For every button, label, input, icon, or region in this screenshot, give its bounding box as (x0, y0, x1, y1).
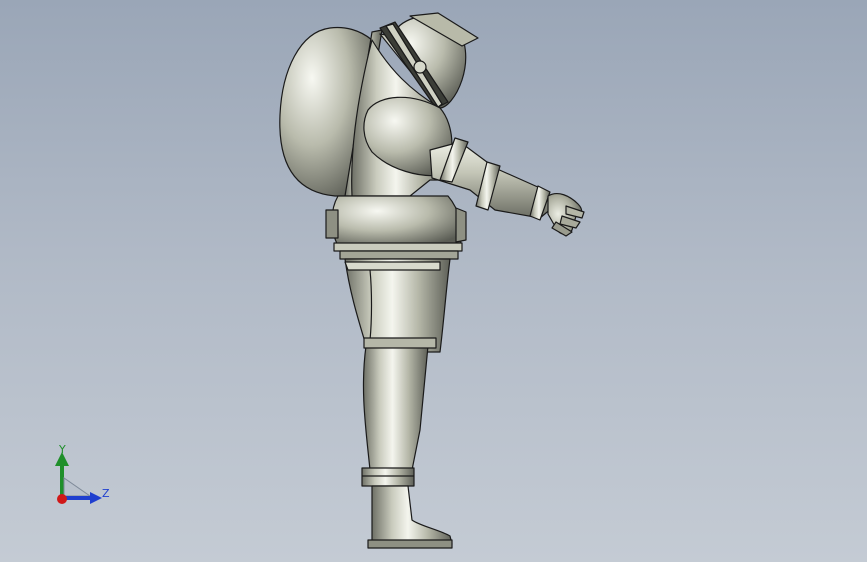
hip-assembly (325, 195, 467, 260)
coordinate-triad: Y Z (40, 438, 130, 518)
z-axis-arrow-icon (90, 492, 102, 504)
x-axis-origin-icon (57, 494, 67, 504)
spacesuit-model[interactable] (0, 0, 867, 562)
glove (547, 192, 585, 237)
triad-plane-icon (63, 477, 92, 497)
ankle-cuff (361, 467, 415, 487)
boot (367, 485, 453, 549)
axis-y-label: Y (59, 443, 66, 456)
graphics-viewport[interactable]: Y Z (0, 0, 867, 562)
triad-axes (55, 452, 102, 504)
lower-leg (362, 337, 437, 471)
axis-z-label: Z (102, 487, 110, 500)
